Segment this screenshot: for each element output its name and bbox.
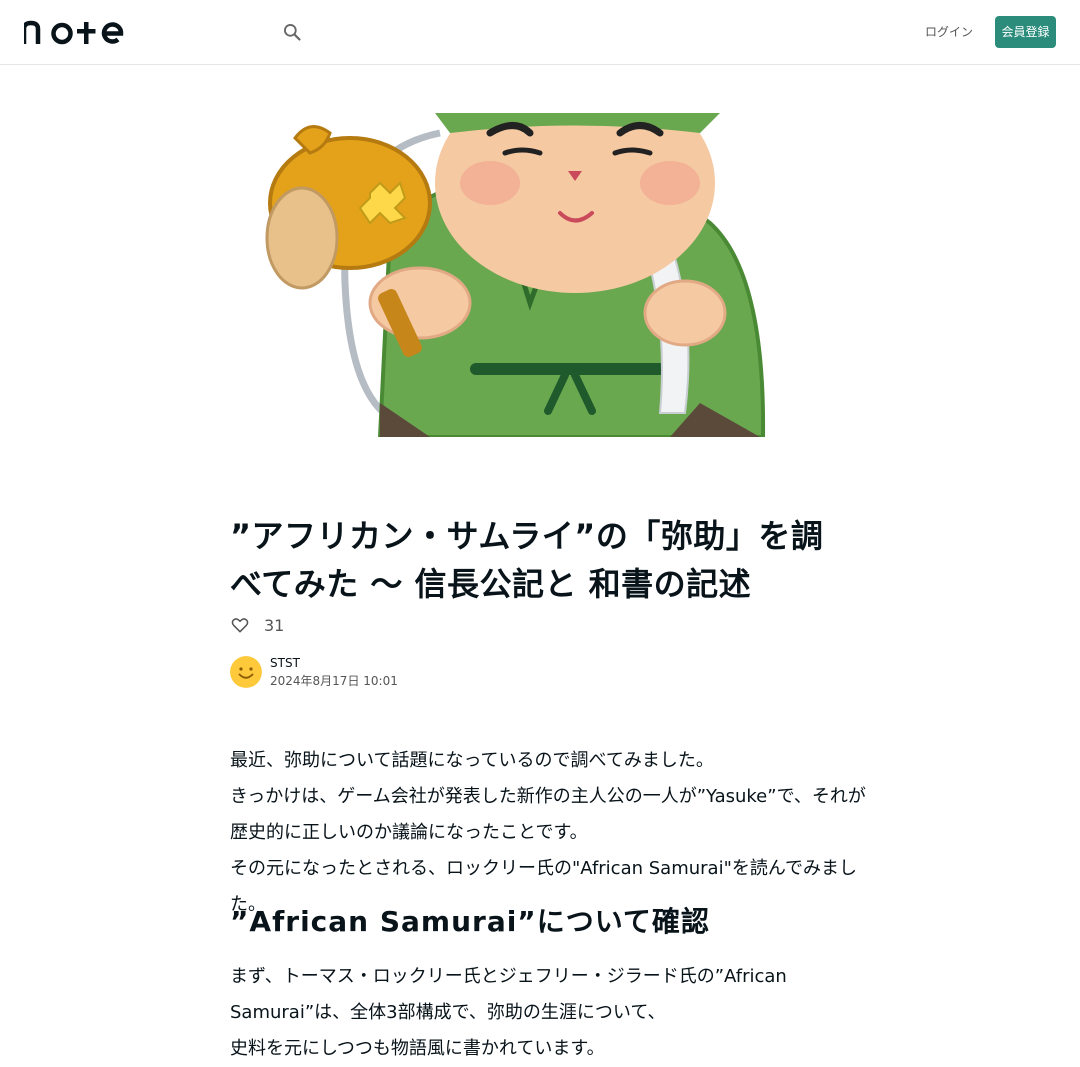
like-button[interactable] bbox=[230, 615, 250, 635]
article-title: ”アフリカン・サムライ”の「弥助」を調べてみた 〜 信長公記と 和書の記述 bbox=[230, 517, 824, 603]
heart-icon bbox=[231, 618, 249, 633]
intro-line: 最近、弥助について話題になっているので調べてみました。 bbox=[230, 750, 714, 771]
like-row: 31 bbox=[230, 612, 284, 638]
search-icon bbox=[284, 24, 301, 41]
post-date: 2024年8月17日 10:01 bbox=[270, 674, 398, 688]
section-line: まず、トーマス・ロックリー氏とジェフリー・ジラード氏の”African Samu… bbox=[230, 966, 787, 1023]
search-button[interactable] bbox=[276, 16, 308, 48]
like-count[interactable]: 31 bbox=[264, 616, 284, 635]
daikoku-illustration bbox=[265, 113, 766, 437]
section-body: まず、トーマス・ロックリー氏とジェフリー・ジラード氏の”African Samu… bbox=[230, 959, 870, 1067]
site-header: ログイン 会員登録 bbox=[0, 0, 1080, 65]
login-link[interactable]: ログイン bbox=[924, 20, 974, 44]
section-line: 史料を元にしつつも物語風に書かれています。 bbox=[230, 1038, 605, 1059]
author-block: STST 2024年8月17日 10:01 bbox=[230, 655, 398, 689]
author-name[interactable]: STST bbox=[270, 655, 398, 671]
note-logo[interactable] bbox=[21, 18, 124, 46]
signup-button[interactable]: 会員登録 bbox=[995, 16, 1056, 48]
article-hero-image bbox=[230, 113, 850, 437]
author-meta: STST 2024年8月17日 10:01 bbox=[270, 655, 398, 689]
article-intro: 最近、弥助について話題になっているので調べてみました。 きっかけは、ゲーム会社が… bbox=[230, 743, 870, 923]
section-heading: ”African Samurai”について確認 bbox=[230, 905, 710, 938]
intro-line: きっかけは、ゲーム会社が発表した新作の主人公の一人が”Yasuke”で、それが歴… bbox=[230, 786, 866, 843]
note-logo-mark bbox=[21, 20, 124, 45]
author-avatar[interactable] bbox=[230, 656, 262, 688]
